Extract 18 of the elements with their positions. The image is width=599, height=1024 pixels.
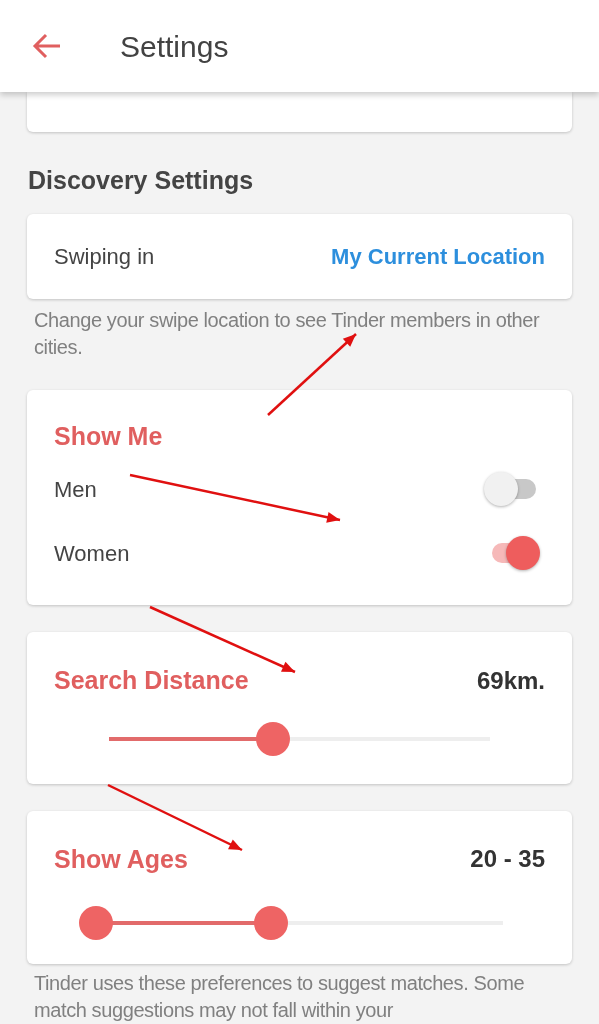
card-title: Search Distance: [54, 665, 249, 696]
slider-thumb[interactable]: [254, 906, 288, 940]
card-title: Show Ages: [54, 843, 188, 875]
location-note: Change your swipe location to see Tinder members in other cities.: [33, 307, 541, 360]
back-arrow-icon: [32, 33, 62, 59]
preferences-note: Tinder uses these preferences to suggest matches. Some match suggestions may not fall within your: [33, 971, 526, 1023]
location-label: Swiping in: [54, 242, 155, 271]
slider-thumb[interactable]: [255, 721, 290, 756]
value-reading: 20 - 35: [470, 844, 545, 875]
location-row[interactable]: Swiping in My Current Location: [27, 213, 572, 299]
option-label: Women: [54, 539, 130, 568]
slider-thumb[interactable]: [79, 906, 113, 940]
value-reading: 69km.: [476, 665, 545, 696]
location-value: My Current Location: [331, 242, 545, 271]
section-heading: Discovery Settings: [28, 165, 255, 196]
option-label: Men: [54, 475, 97, 504]
page-title: Settings: [120, 28, 229, 65]
card-title: Show Me: [54, 420, 164, 452]
